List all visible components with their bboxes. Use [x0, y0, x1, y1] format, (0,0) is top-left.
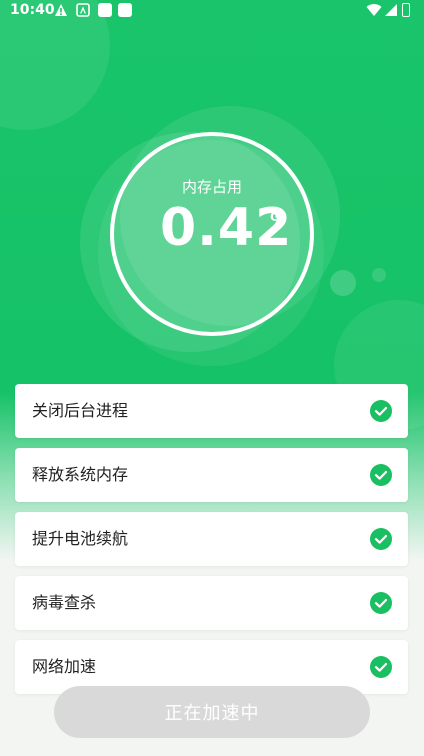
status-bar: 10:40 — [0, 0, 424, 22]
status-time: 10:40 — [10, 2, 55, 18]
warning-icon — [55, 4, 67, 16]
notification-icon — [98, 3, 112, 17]
task-item-virus-scan: 病毒查杀 — [15, 576, 408, 630]
gauge-label: 内存占用 — [181, 178, 242, 196]
boosting-button[interactable]: 正在加速中 — [54, 686, 370, 738]
decor-bubble — [372, 268, 386, 282]
gauge-unit: G — [270, 210, 280, 224]
task-label: 提升电池续航 — [32, 529, 129, 548]
check-icon — [370, 656, 392, 678]
battery-icon — [402, 3, 410, 17]
check-icon — [370, 592, 392, 614]
gauge-value: 0.42 — [160, 198, 293, 258]
task-label: 释放系统内存 — [32, 465, 129, 484]
wifi-icon — [366, 4, 382, 17]
task-item-battery: 提升电池续航 — [15, 512, 408, 566]
task-item-free-memory: 释放系统内存 — [15, 448, 408, 502]
notification-icon — [118, 3, 132, 17]
memory-gauge: 内存占用 0.42 G — [80, 100, 344, 366]
notification-a-icon — [76, 3, 90, 17]
check-icon — [370, 464, 392, 486]
task-item-close-background: 关闭后台进程 — [15, 384, 408, 438]
task-label: 关闭后台进程 — [32, 401, 129, 420]
task-label: 病毒查杀 — [32, 593, 97, 612]
signal-icon — [385, 4, 397, 16]
check-icon — [370, 528, 392, 550]
check-icon — [370, 400, 392, 422]
